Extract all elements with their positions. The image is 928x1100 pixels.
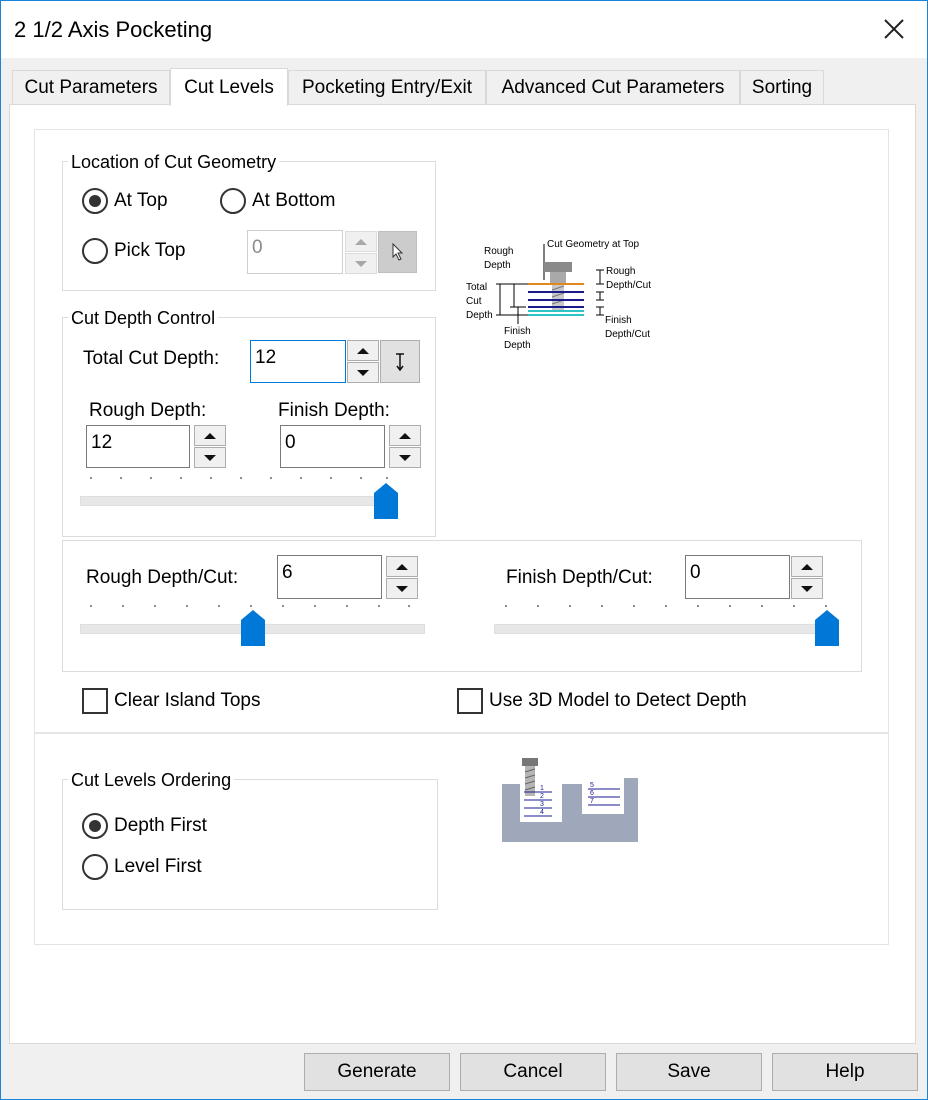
generate-button[interactable]: Generate bbox=[304, 1053, 450, 1091]
finish-depth-cut-input[interactable]: 0 bbox=[685, 555, 790, 599]
level-7-label: 7 bbox=[590, 798, 594, 805]
finish-depth-cut-label: Finish Depth/Cut: bbox=[506, 567, 653, 588]
chevron-up-icon bbox=[355, 238, 367, 245]
rough-depth-down-button[interactable] bbox=[194, 447, 226, 468]
depth-first-label: Depth First bbox=[114, 815, 207, 836]
at-bottom-radio[interactable] bbox=[220, 188, 246, 214]
depth-slider-ticks bbox=[90, 477, 390, 481]
rough-depth-label: Rough Depth: bbox=[89, 400, 207, 421]
cancel-button[interactable]: Cancel bbox=[460, 1053, 606, 1091]
rough-depth-cut-slider-thumb[interactable] bbox=[240, 610, 265, 646]
depth-slider-thumb[interactable] bbox=[374, 483, 398, 519]
chevron-up-icon bbox=[357, 347, 369, 354]
section-divider bbox=[35, 732, 888, 734]
diagram-rough-depth-cut-label-1: Rough bbox=[606, 266, 635, 277]
use-3d-model-checkbox[interactable] bbox=[457, 688, 483, 714]
rough-depth-cut-up-button[interactable] bbox=[386, 556, 418, 577]
level-4-label: 4 bbox=[540, 809, 544, 816]
tab-cut-levels[interactable]: Cut Levels bbox=[170, 68, 288, 106]
pick-top-up-button[interactable] bbox=[345, 231, 377, 252]
pick-top-label: Pick Top bbox=[114, 240, 186, 261]
tab-sorting[interactable]: Sorting bbox=[740, 70, 824, 104]
at-top-label: At Top bbox=[114, 190, 168, 211]
chevron-down-icon bbox=[801, 585, 813, 592]
pick-top-radio[interactable] bbox=[82, 238, 108, 264]
pick-top-select-button[interactable] bbox=[378, 231, 417, 273]
diagram-cut-geometry-label: Cut Geometry at Top bbox=[547, 239, 640, 250]
clear-island-tops-label: Clear Island Tops bbox=[114, 690, 261, 711]
help-button[interactable]: Help bbox=[772, 1053, 918, 1091]
clear-island-tops-checkbox[interactable] bbox=[82, 688, 108, 714]
total-cut-depth-down-button[interactable] bbox=[347, 362, 379, 383]
finish-depth-input[interactable]: 0 bbox=[280, 425, 385, 468]
finish-depth-cut-slider-thumb[interactable] bbox=[815, 610, 839, 646]
finish-depth-cut-slider-ticks bbox=[505, 605, 827, 609]
chevron-down-icon bbox=[355, 260, 367, 267]
rough-depth-cut-label: Rough Depth/Cut: bbox=[86, 567, 239, 588]
total-cut-depth-label: Total Cut Depth: bbox=[83, 348, 220, 369]
finish-depth-cut-down-button[interactable] bbox=[791, 578, 823, 599]
rough-depth-cut-slider-ticks bbox=[90, 605, 410, 609]
total-cut-depth-input[interactable]: 12 bbox=[250, 340, 346, 383]
finish-depth-cut-slider-track[interactable] bbox=[494, 624, 839, 634]
tab-cut-parameters[interactable]: Cut Parameters bbox=[12, 70, 170, 104]
tab-advanced-cut-parameters[interactable]: Advanced Cut Parameters bbox=[486, 70, 740, 104]
ordering-group-title: Cut Levels Ordering bbox=[68, 770, 235, 791]
level-3-label: 3 bbox=[540, 801, 544, 808]
rough-depth-cut-down-button[interactable] bbox=[386, 578, 418, 599]
total-cut-depth-up-button[interactable] bbox=[347, 340, 379, 361]
at-bottom-label: At Bottom bbox=[252, 190, 336, 211]
cursor-arrow-icon bbox=[392, 242, 403, 261]
finish-depth-down-button[interactable] bbox=[389, 447, 421, 468]
total-cut-depth-pick-button[interactable] bbox=[380, 340, 420, 383]
finish-depth-cut-up-button[interactable] bbox=[791, 556, 823, 577]
diagram-rough-depth-label-1: Rough bbox=[484, 246, 513, 257]
at-top-radio[interactable] bbox=[82, 188, 108, 214]
diagram-finish-depth-label-1: Finish bbox=[504, 326, 531, 337]
finish-depth-up-button[interactable] bbox=[389, 425, 421, 446]
chevron-up-icon bbox=[204, 432, 216, 439]
level-6-label: 6 bbox=[590, 790, 594, 797]
chevron-down-icon bbox=[357, 369, 369, 376]
rough-depth-cut-input[interactable]: 6 bbox=[277, 555, 382, 599]
rough-depth-up-button[interactable] bbox=[194, 425, 226, 446]
diagram-total-label-2: Cut bbox=[466, 296, 482, 307]
chevron-up-icon bbox=[396, 563, 408, 570]
use-3d-model-label: Use 3D Model to Detect Depth bbox=[489, 690, 747, 711]
level-first-radio[interactable] bbox=[82, 854, 108, 880]
level-1-label: 1 bbox=[540, 785, 544, 792]
diagram-finish-depth-cut-label-2: Depth/Cut bbox=[605, 329, 650, 340]
chevron-up-icon bbox=[801, 563, 813, 570]
close-icon bbox=[884, 19, 904, 39]
close-button[interactable] bbox=[868, 8, 920, 50]
ordering-diagram: 1 2 3 4 5 6 7 bbox=[502, 758, 638, 842]
diagram-finish-depth-cut-label-1: Finish bbox=[605, 315, 632, 326]
level-5-label: 5 bbox=[590, 782, 594, 789]
depth-first-radio[interactable] bbox=[82, 813, 108, 839]
diagram-finish-depth-label-2: Depth bbox=[504, 340, 531, 351]
cut-levels-diagram: Cut Geometry at Top Rough Depth Total Cu… bbox=[466, 239, 651, 351]
chevron-down-icon bbox=[396, 585, 408, 592]
diagram-total-label-1: Total bbox=[466, 282, 487, 293]
finish-depth-label: Finish Depth: bbox=[278, 400, 390, 421]
chevron-down-icon bbox=[204, 454, 216, 461]
rough-depth-input[interactable]: 12 bbox=[86, 425, 190, 468]
pick-top-input[interactable]: 0 bbox=[247, 230, 343, 274]
window-title: 2 1/2 Axis Pocketing bbox=[14, 17, 213, 42]
depth-slider-track[interactable] bbox=[80, 496, 398, 506]
chevron-down-icon bbox=[399, 454, 411, 461]
diagram-rough-depth-label-2: Depth bbox=[484, 260, 511, 271]
location-group-title: Location of Cut Geometry bbox=[68, 152, 280, 173]
diagram-total-label-3: Depth bbox=[466, 310, 493, 321]
tab-pocketing-entry-exit[interactable]: Pocketing Entry/Exit bbox=[288, 70, 486, 104]
level-first-label: Level First bbox=[114, 856, 202, 877]
diagram-rough-depth-cut-label-2: Depth/Cut bbox=[606, 280, 651, 291]
ordering-group bbox=[62, 779, 438, 910]
save-button[interactable]: Save bbox=[616, 1053, 762, 1091]
depth-control-group-title: Cut Depth Control bbox=[68, 308, 219, 329]
chevron-up-icon bbox=[399, 432, 411, 439]
level-2-label: 2 bbox=[540, 793, 544, 800]
depth-measure-icon bbox=[396, 352, 404, 371]
pick-top-down-button[interactable] bbox=[345, 253, 377, 274]
